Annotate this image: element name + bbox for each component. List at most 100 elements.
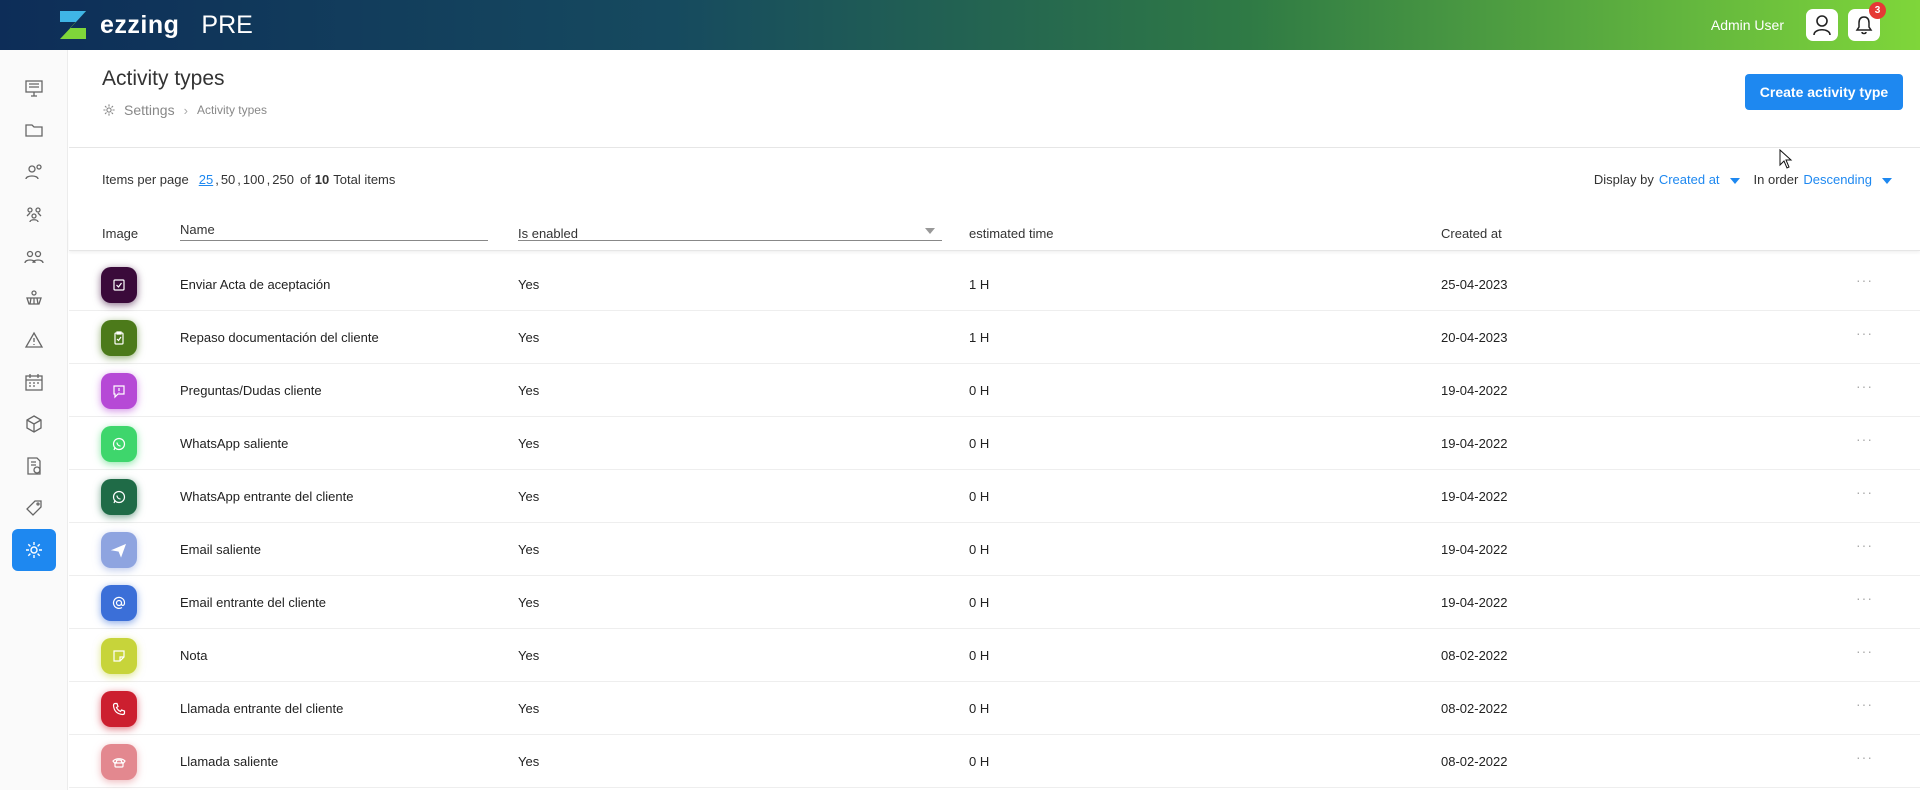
activity-name: Llamada saliente — [180, 754, 279, 769]
team-icon — [26, 207, 42, 223]
contacts-icon — [25, 164, 42, 180]
activity-type-image — [101, 426, 137, 462]
enabled-filter-chevron-down-icon[interactable] — [925, 228, 935, 234]
row-actions-more-icon[interactable]: ··· — [1856, 325, 1873, 341]
row-actions-more-icon[interactable]: ··· — [1856, 643, 1873, 659]
breadcrumb-settings-link[interactable]: Settings — [124, 102, 175, 118]
breadcrumb-current: Activity types — [196, 103, 267, 117]
table-row[interactable]: Llamada entrante del cliente Yes 0 H 08-02-… — [69, 682, 1920, 735]
whatsapp-icon — [112, 437, 126, 451]
calendar-icon — [25, 374, 43, 391]
estimated-time-value: 0 H — [969, 489, 990, 504]
notifications-button[interactable]: 3 — [1848, 2, 1886, 41]
enabled-value: Yes — [518, 648, 540, 663]
table-row[interactable]: WhatsApp saliente Yes 0 H 19-04-2022 ··· — [69, 417, 1920, 470]
folder-icon — [25, 124, 43, 137]
settings-icon — [103, 104, 115, 116]
row-actions-more-icon[interactable]: ··· — [1856, 590, 1873, 606]
sort-controls: Display by Created at In order Descendin… — [1594, 172, 1892, 187]
row-actions-more-icon[interactable]: ··· — [1856, 484, 1873, 500]
app-name: ezzing — [100, 10, 180, 39]
create-activity-type-button[interactable]: Create activity type — [1745, 74, 1903, 110]
activity-name: WhatsApp saliente — [180, 436, 289, 451]
sidebar-item-team[interactable] — [12, 193, 56, 235]
created-at-value: 08-02-2022 — [1441, 648, 1508, 663]
enabled-value: Yes — [518, 595, 540, 610]
activity-type-image — [101, 744, 137, 780]
environment-label: PRE — [201, 10, 253, 39]
order-select[interactable]: Descending — [1803, 172, 1872, 187]
activity-name: Preguntas/Dudas cliente — [180, 383, 322, 398]
table-row[interactable]: Repaso documentación del cliente Yes 1 H 20… — [69, 311, 1920, 364]
enabled-filter-underline — [518, 240, 942, 241]
row-actions-more-icon[interactable]: ··· — [1856, 272, 1873, 288]
mouse-cursor-icon — [1779, 149, 1793, 169]
enabled-filter-select[interactable]: Is enabled — [518, 226, 578, 241]
table-row[interactable]: Email entrante del cliente Yes 0 H 19-04-20… — [69, 576, 1920, 629]
created-at-value: 19-04-2022 — [1441, 595, 1508, 610]
sidebar-item-users[interactable] — [12, 235, 56, 277]
user-profile-button[interactable] — [1806, 9, 1838, 41]
monitor-icon — [25, 80, 43, 97]
table-row[interactable]: Preguntas/Dudas cliente Yes 0 H 19-04-2022 ·… — [69, 364, 1920, 417]
tag-icon — [26, 500, 42, 516]
sidebar-item-projects[interactable] — [12, 109, 56, 151]
checkbox-icon — [113, 279, 125, 291]
sidebar-item-settings[interactable] — [12, 529, 56, 571]
display-by-chevron-down-icon[interactable] — [1729, 177, 1740, 184]
display-by-select[interactable]: Created at — [1659, 172, 1720, 187]
enabled-value: Yes — [518, 330, 540, 345]
enabled-value: Yes — [518, 383, 540, 398]
sidebar-item-products[interactable] — [12, 403, 56, 445]
sidebar — [0, 50, 68, 790]
sidebar-item-installations[interactable] — [12, 277, 56, 319]
row-actions-more-icon[interactable]: ··· — [1856, 378, 1873, 394]
phone-icon — [112, 702, 126, 716]
invoice-icon — [27, 457, 41, 475]
logo[interactable]: ezzing PRE — [56, 8, 253, 42]
page-size-option-50[interactable]: 50 — [221, 172, 235, 187]
display-by-label: Display by — [1593, 172, 1654, 187]
at-icon — [112, 596, 126, 609]
table-row[interactable]: Email saliente Yes 0 H 19-04-2022 ··· — [69, 523, 1920, 576]
activity-type-image — [101, 267, 137, 303]
order-label: In order — [1753, 172, 1799, 187]
total-items-label: Total items — [333, 172, 396, 187]
solar-panel-icon — [26, 290, 42, 305]
row-actions-more-icon[interactable]: ··· — [1856, 431, 1873, 447]
page-size-option-100[interactable]: 100 — [243, 172, 265, 187]
row-actions-more-icon[interactable]: ··· — [1856, 749, 1873, 765]
table-header: Image Name Is enabled estimated time Cre… — [69, 218, 1920, 251]
page-size-option-25[interactable]: 25 — [199, 172, 213, 187]
breadcrumb: Settings › Activity types — [102, 102, 267, 118]
estimated-time-value: 1 H — [969, 330, 990, 345]
sidebar-item-billing[interactable] — [12, 445, 56, 487]
name-filter-input[interactable]: Name — [180, 222, 215, 237]
sidebar-item-offers[interactable] — [12, 487, 56, 529]
sidebar-item-contacts[interactable] — [12, 151, 56, 193]
name-filter-underline — [180, 240, 488, 241]
row-actions-more-icon[interactable]: ··· — [1856, 537, 1873, 553]
users-icon — [24, 250, 44, 264]
clipboard-icon — [114, 331, 124, 345]
created-at-value: 08-02-2022 — [1441, 754, 1508, 769]
sidebar-item-dashboard[interactable] — [12, 67, 56, 109]
sidebar-item-incidents[interactable] — [12, 319, 56, 361]
sidebar-item-calendar[interactable] — [12, 361, 56, 403]
table-row[interactable]: Enviar Acta de aceptación Yes 1 H 25-04-202… — [69, 258, 1920, 311]
page-size-option-250[interactable]: 250 — [272, 172, 294, 187]
message-icon — [113, 385, 125, 399]
activity-type-image — [101, 638, 137, 674]
activity-type-image — [101, 373, 137, 409]
table-row[interactable]: Nota Yes 0 H 08-02-2022 ··· — [69, 629, 1920, 682]
order-chevron-down-icon[interactable] — [1882, 177, 1892, 184]
table-row[interactable]: WhatsApp entrante del cliente Yes 0 H 19-04… — [69, 470, 1920, 523]
created-at-value: 19-04-2022 — [1441, 383, 1508, 398]
table-row[interactable]: Llamada saliente Yes 0 H 08-02-2022 ··· — [69, 735, 1920, 788]
created-at-value: 19-04-2022 — [1441, 489, 1508, 504]
enabled-value: Yes — [518, 436, 540, 451]
pagination-controls: Items per page 25, 50, 100, 250 of 10 To… — [102, 172, 396, 187]
activity-type-image — [101, 691, 137, 727]
enabled-value: Yes — [518, 489, 540, 504]
row-actions-more-icon[interactable]: ··· — [1856, 696, 1873, 712]
